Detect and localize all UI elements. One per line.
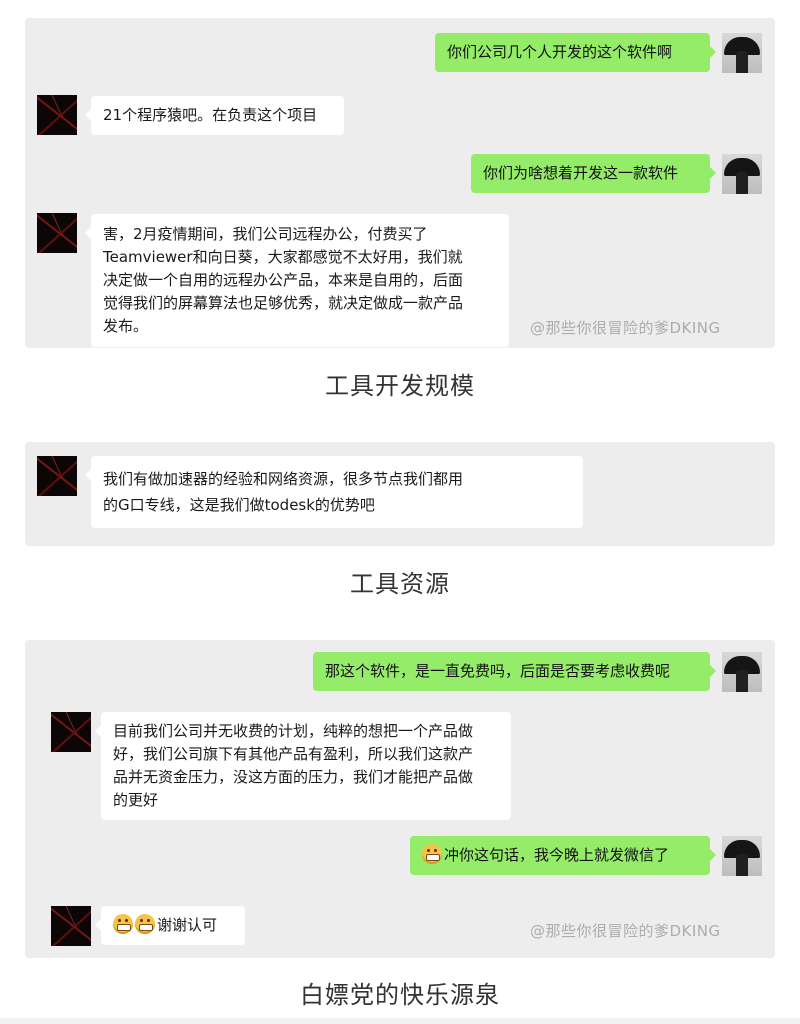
message-line: 的G口专线，这是我们做todesk的优势吧 [103,496,375,514]
message-line: 决定做一个自用的远程办公产品，本来是自用的，后面 [103,271,464,289]
message-bubble-outgoing[interactable]: 那这个软件，是一直免费吗，后面是否要考虑收费呢 [313,652,716,691]
message-bubble-incoming[interactable]: 害，2月疫情期间，我们公司远程办公，付费买了 Teamviewer和向日葵，大家… [85,214,509,347]
message-line: 品并无资金压力，没这方面的压力，我们才能把产品做 [113,768,474,786]
message-line: 发布。 [103,317,149,335]
avatar-contact[interactable] [37,213,77,253]
avatar-contact[interactable] [51,712,91,752]
message-bubble-outgoing[interactable]: 冲你这句话，我今晚上就发微信了 [410,836,716,875]
avatar-self[interactable] [722,33,762,73]
chat-panel-free-usage: 那这个软件，是一直免费吗，后面是否要考虑收费呢 目前我们公司并无收费的计划，纯粹… [25,640,775,958]
section-caption: 白嫖党的快乐源泉 [300,981,500,1009]
message-line: 觉得我们的屏幕算法也足够优秀，就决定做成一款产品 [103,294,464,312]
grin-emoji-icon [135,914,155,934]
section-caption: 工具资源 [350,570,450,598]
section-caption: 工具开发规模 [325,372,475,400]
message-line: 好，我们公司旗下有其他产品有盈利，所以我们这款产 [113,745,474,763]
message-line: 我们有做加速器的经验和网络资源，很多节点我们都用 [103,470,464,488]
message-bubble-outgoing[interactable]: 你们为啥想着开发这一款软件 [471,154,716,193]
message-text: 冲你这句话，我今晚上就发微信了 [444,846,670,864]
avatar-self[interactable] [722,836,762,876]
grin-emoji-icon [113,914,133,934]
avatar-self[interactable] [722,652,762,692]
avatar-contact[interactable] [37,456,77,496]
message-bubble-incoming[interactable]: 谢谢认可 [95,906,245,945]
message-line: Teamviewer和向日葵，大家都感觉不太好用，我们就 [103,248,463,266]
message-line: 害，2月疫情期间，我们公司远程办公，付费买了 [103,225,428,243]
chat-panel-resources: 我们有做加速器的经验和网络资源，很多节点我们都用 的G口专线，这是我们做tode… [25,442,775,546]
watermark: @那些你很冒险的爹DKING [530,922,721,940]
message-bubble-incoming[interactable]: 我们有做加速器的经验和网络资源，很多节点我们都用 的G口专线，这是我们做tode… [85,456,583,528]
grin-emoji-icon [422,844,442,864]
message-line: 目前我们公司并无收费的计划，纯粹的想把一个产品做 [113,722,474,740]
message-line: 的更好 [113,791,159,809]
watermark: @那些你很冒险的爹DKING [530,319,721,337]
avatar-self[interactable] [722,154,762,194]
divider [0,1018,800,1024]
message-bubble-outgoing[interactable]: 你们公司几个人开发的这个软件啊 [435,33,716,72]
message-bubble-incoming[interactable]: 目前我们公司并无收费的计划，纯粹的想把一个产品做 好，我们公司旗下有其他产品有盈… [95,712,511,820]
message-bubble-incoming[interactable]: 21个程序猿吧。在负责这个项目 [85,96,344,135]
avatar-contact[interactable] [51,906,91,946]
chat-panel-dev-scale: 你们公司几个人开发的这个软件啊 21个程序猿吧。在负责这个项目 你们为啥想着开发… [25,18,775,348]
message-text: 谢谢认可 [157,916,218,934]
avatar-contact[interactable] [37,95,77,135]
